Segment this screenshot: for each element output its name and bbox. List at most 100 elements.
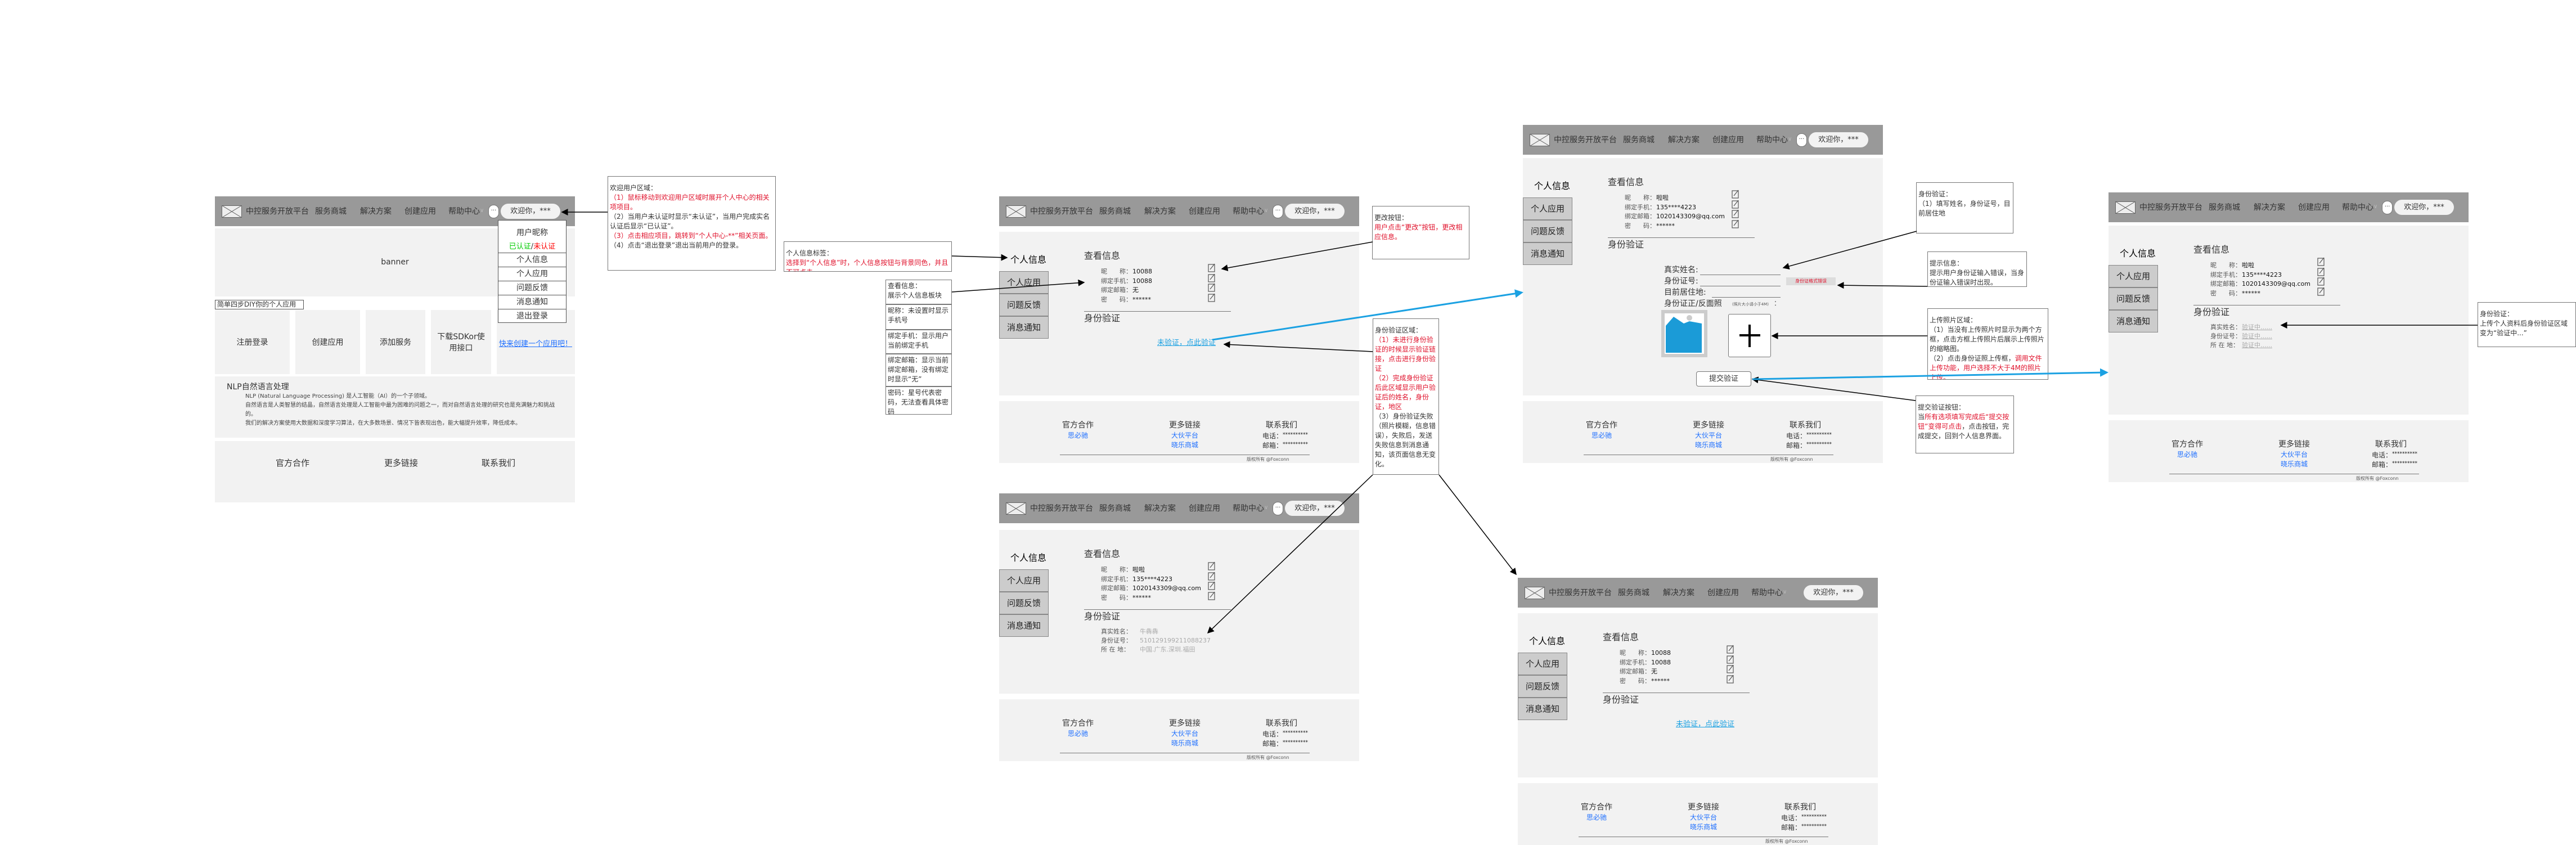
edit-icon[interactable] (1208, 293, 1216, 302)
tab-feedback[interactable]: 问题反馈 (2109, 287, 2158, 310)
edit-icon[interactable] (1732, 190, 1739, 199)
dropdown-item-feedback[interactable]: 问题反馈 (498, 281, 567, 295)
chat-icon[interactable]: ··· (1273, 502, 1283, 515)
edit-icon[interactable] (1727, 664, 1734, 673)
tab-personal-apps[interactable]: 个人应用 (1518, 653, 1567, 675)
real-name-input[interactable] (1700, 274, 1781, 275)
tab-personal-apps[interactable]: 个人应用 (1523, 197, 1572, 220)
footer-link-sibichi[interactable]: 思必驰 (1574, 432, 1630, 440)
verify-now-link[interactable]: 未验证，点此验证 (1676, 720, 1734, 729)
nav-item[interactable]: 创建应用 (1707, 588, 1739, 598)
edit-icon[interactable] (1727, 645, 1734, 654)
nav-item[interactable]: 创建应用 (2298, 203, 2330, 213)
nav-item[interactable]: 帮助中心 (2342, 203, 2373, 213)
nav-item[interactable]: 帮助中心 (448, 206, 480, 217)
welcome-user-button[interactable]: 欢迎你，*** (2394, 200, 2454, 215)
footer-link-xiaole[interactable]: 晓乐商城 (2266, 460, 2322, 469)
nav-item[interactable]: 解决方案 (1144, 206, 1176, 217)
tab-feedback[interactable]: 问题反馈 (999, 592, 1049, 614)
edit-icon[interactable] (1727, 655, 1734, 664)
step-card[interactable]: 下载SDKor使用接口 (431, 310, 491, 374)
nav-item[interactable]: 创建应用 (1712, 135, 1744, 145)
tab-notifications[interactable]: 消息通知 (1523, 242, 1572, 265)
chevron-down-icon[interactable]: ∨ (2373, 204, 2377, 210)
edit-icon[interactable] (1208, 591, 1216, 600)
nav-item[interactable]: 帮助中心 (1756, 135, 1788, 145)
chat-icon[interactable]: ··· (1796, 133, 1807, 147)
step-card[interactable]: 添加服务 (366, 310, 425, 374)
nav-item[interactable]: 服务商城 (1623, 135, 1655, 145)
nav-item[interactable]: 解决方案 (360, 206, 392, 217)
edit-icon[interactable] (2317, 267, 2325, 276)
tab-personal-apps[interactable]: 个人应用 (999, 271, 1049, 294)
nav-item[interactable]: 服务商城 (1099, 206, 1131, 217)
dropdown-item-notifications[interactable]: 消息通知 (498, 295, 567, 309)
tab-personal-apps[interactable]: 个人应用 (999, 569, 1049, 592)
edit-icon[interactable] (2317, 287, 2325, 296)
id-number-input[interactable] (1700, 285, 1781, 286)
nav-item[interactable]: 创建应用 (1189, 504, 1220, 514)
edit-icon[interactable] (1208, 581, 1216, 590)
nav-item[interactable]: 创建应用 (1189, 206, 1220, 217)
footer-link-xiaole[interactable]: 晓乐商城 (1675, 823, 1732, 831)
footer-link-sibichi[interactable]: 思必驰 (1050, 730, 1106, 738)
tab-feedback[interactable]: 问题反馈 (999, 294, 1049, 316)
edit-icon[interactable] (1208, 561, 1216, 570)
residence-input[interactable] (1712, 296, 1781, 298)
edit-icon[interactable] (2317, 277, 2325, 286)
footer-link-sibichi[interactable]: 思必驰 (1050, 432, 1106, 440)
tab-feedback[interactable]: 问题反馈 (1523, 220, 1572, 242)
chat-icon[interactable]: ··· (488, 205, 499, 218)
edit-icon[interactable] (1732, 219, 1739, 228)
footer-link-xiaole[interactable]: 晓乐商城 (1157, 739, 1213, 748)
tab-notifications[interactable]: 消息通知 (1518, 698, 1567, 720)
footer-link-xiaole[interactable]: 晓乐商城 (1680, 441, 1737, 450)
welcome-user-button[interactable]: 欢迎你，*** (501, 204, 560, 219)
nav-item[interactable]: 帮助中心 (1233, 504, 1264, 514)
tab-notifications[interactable]: 消息通知 (2109, 310, 2158, 332)
nav-item[interactable]: 帮助中心 (1751, 588, 1783, 598)
footer-link-daho[interactable]: 大伙平台 (1680, 432, 1737, 440)
uploaded-photo-thumbnail[interactable] (1661, 310, 1707, 357)
submit-verification-button[interactable]: 提交验证 (1696, 371, 1751, 386)
edit-icon[interactable] (1208, 572, 1216, 581)
edit-icon[interactable] (1208, 283, 1216, 292)
dropdown-item-logout[interactable]: 退出登录 (498, 309, 567, 323)
tab-feedback[interactable]: 问题反馈 (1518, 675, 1567, 698)
dropdown-item-apps[interactable]: 个人应用 (498, 267, 567, 281)
dropdown-item-profile[interactable]: 个人信息 (498, 253, 567, 267)
edit-icon[interactable] (1732, 200, 1739, 209)
step-card[interactable]: 创建应用 (295, 310, 360, 374)
tab-notifications[interactable]: 消息通知 (999, 316, 1049, 339)
step-card[interactable]: 注册登录 (215, 310, 290, 374)
footer-link-daho[interactable]: 大伙平台 (1157, 432, 1213, 440)
nav-item[interactable]: 解决方案 (2254, 203, 2285, 213)
nav-item[interactable]: 解决方案 (1144, 504, 1176, 514)
edit-icon[interactable] (1727, 675, 1734, 684)
nav-item[interactable]: 创建应用 (404, 206, 436, 217)
chat-icon[interactable]: ··· (2382, 201, 2393, 214)
chevron-down-icon[interactable]: ∨ (1264, 505, 1268, 511)
edit-icon[interactable] (1208, 263, 1216, 272)
welcome-user-button[interactable]: 欢迎你，*** (1285, 204, 1345, 219)
footer-link-sibichi[interactable]: 思必驰 (1568, 813, 1625, 822)
chevron-down-icon[interactable]: ∨ (1264, 208, 1268, 214)
footer-link-xiaole[interactable]: 晓乐商城 (1157, 441, 1213, 450)
nav-item[interactable]: 帮助中心 (1233, 206, 1264, 217)
edit-icon[interactable] (1208, 273, 1216, 282)
chevron-down-icon[interactable]: ∨ (1788, 136, 1792, 142)
nav-item[interactable]: 服务商城 (315, 206, 347, 217)
tab-personal-apps[interactable]: 个人应用 (2109, 265, 2158, 287)
footer-link-sibichi[interactable]: 思必驰 (2159, 451, 2215, 459)
nav-item[interactable]: 服务商城 (1099, 504, 1131, 514)
nav-item[interactable]: 服务商城 (1618, 588, 1649, 598)
edit-icon[interactable] (1732, 209, 1739, 218)
edit-icon[interactable] (2317, 257, 2325, 266)
nav-item[interactable]: 解决方案 (1663, 588, 1694, 598)
chevron-down-icon[interactable]: ∨ (1783, 589, 1787, 595)
welcome-user-button[interactable]: 欢迎你，*** (1285, 501, 1345, 516)
verify-now-link[interactable]: 未验证，点此验证 (1157, 339, 1216, 348)
footer-link-daho[interactable]: 大伙平台 (1157, 730, 1213, 738)
nav-item[interactable]: 解决方案 (1668, 135, 1700, 145)
welcome-user-button[interactable]: 欢迎你，*** (1809, 132, 1868, 147)
